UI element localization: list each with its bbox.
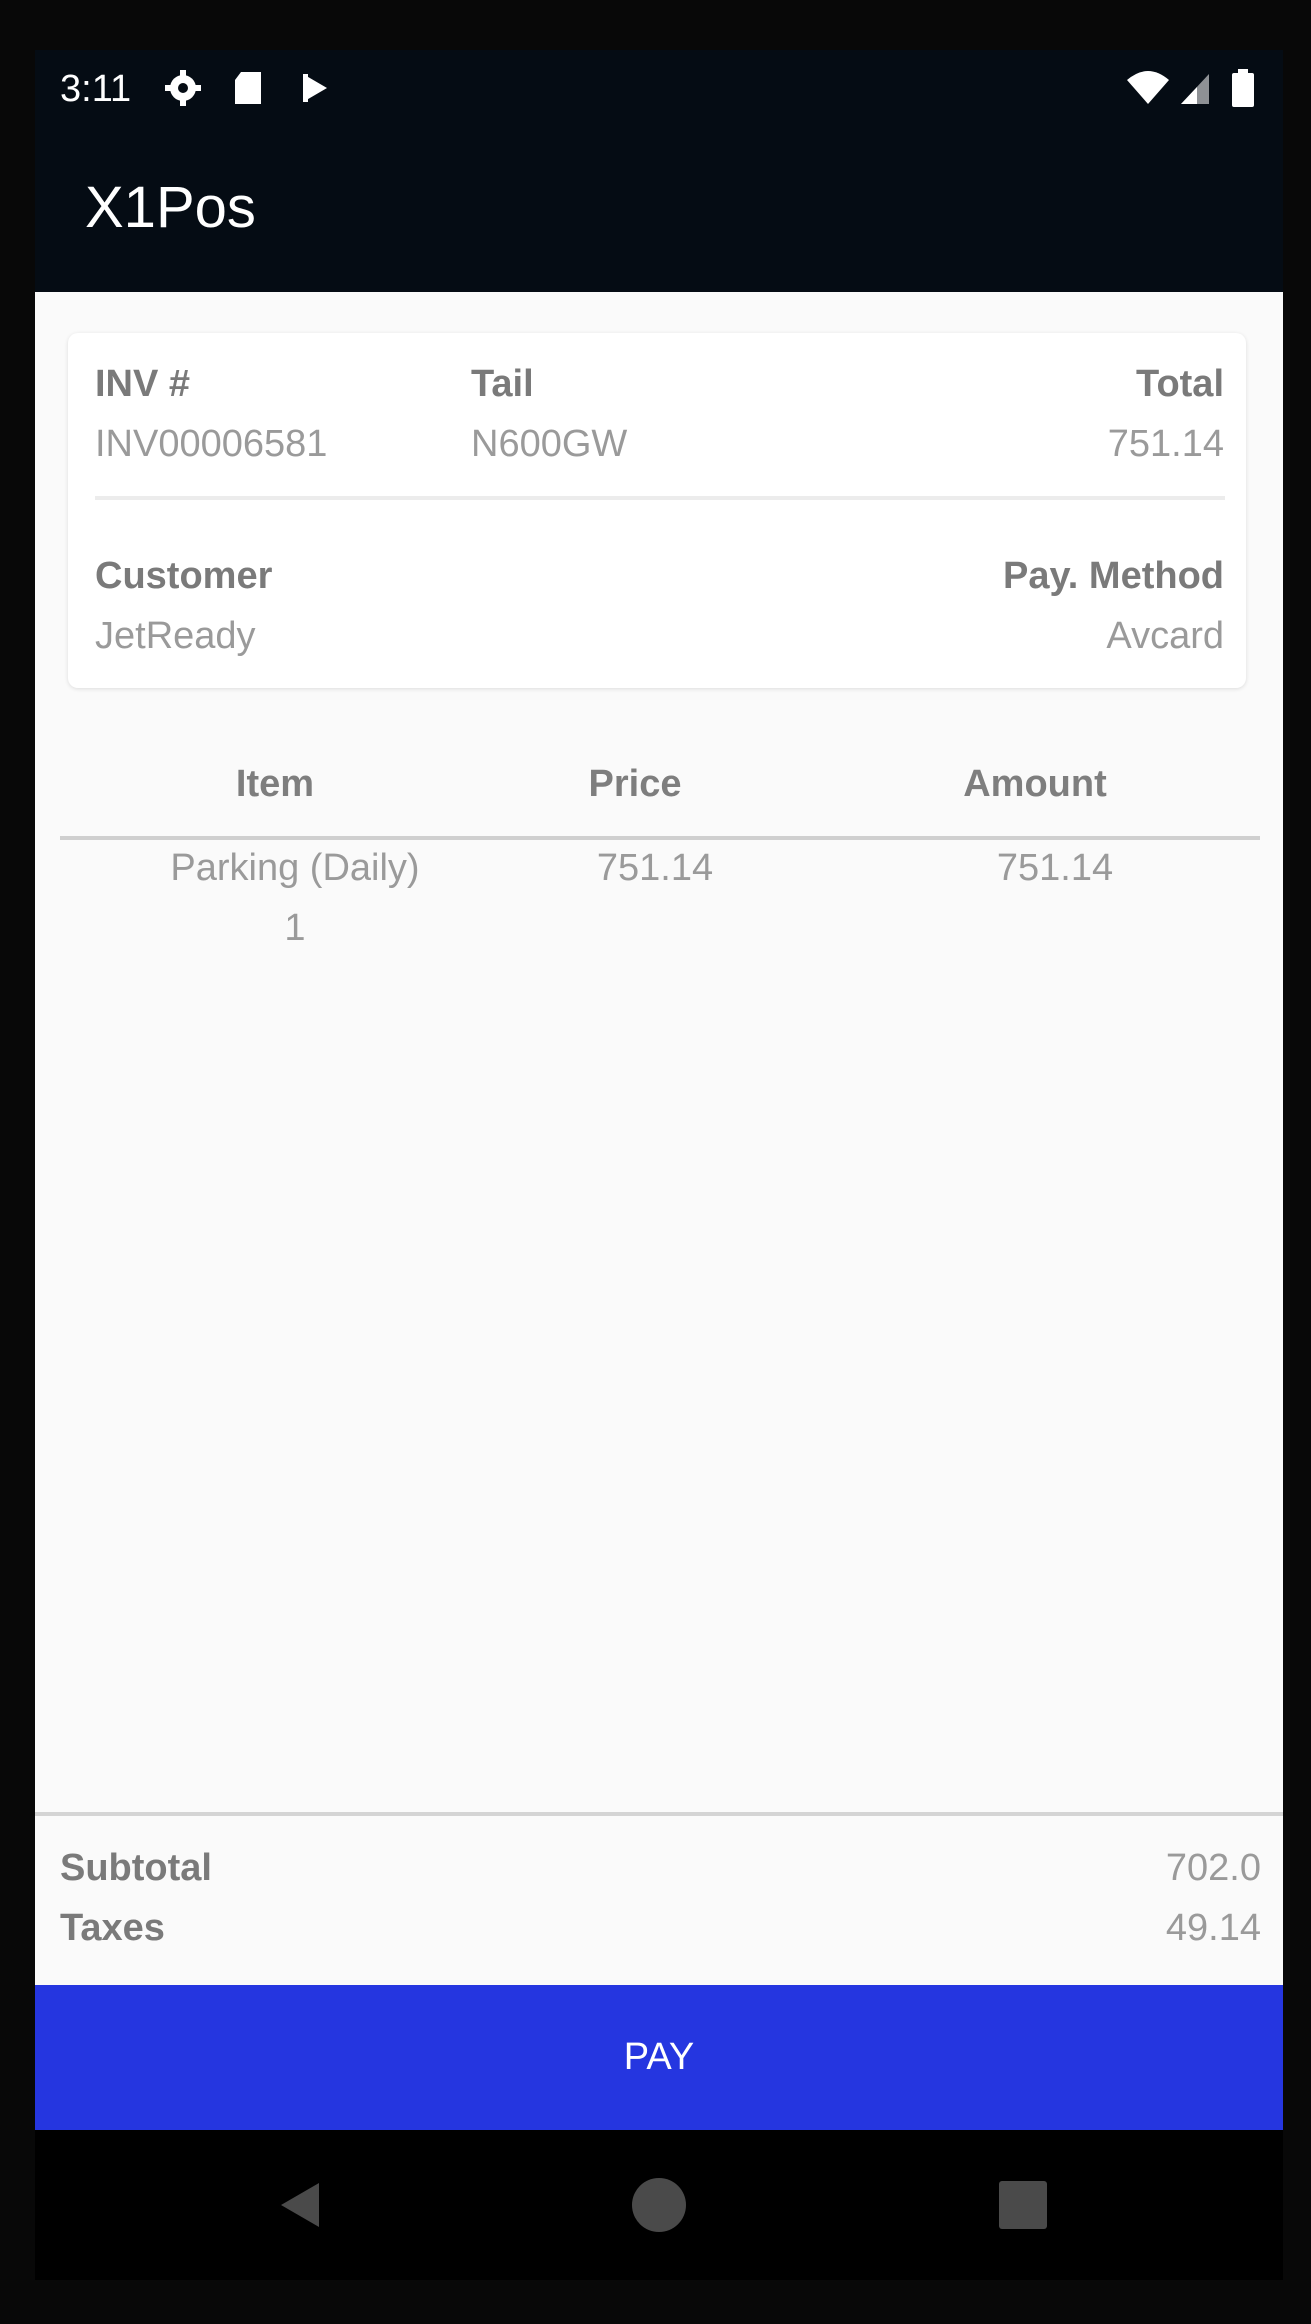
home-icon[interactable] xyxy=(629,2175,689,2235)
row-item-name: Parking (Daily) xyxy=(170,847,420,889)
sd-card-icon xyxy=(235,72,261,104)
taxes-label: Taxes xyxy=(60,1907,165,1949)
screen: 3:11 X1Pos INV # INV00006581 Tail N600GW… xyxy=(35,50,1283,2130)
battery-icon xyxy=(1232,69,1254,107)
inv-label: INV # xyxy=(95,363,191,405)
device-frame: 3:11 X1Pos INV # INV00006581 Tail N600GW… xyxy=(0,0,1311,2324)
pay-button-label: PAY xyxy=(623,2036,695,2078)
pay-method-value: Avcard xyxy=(1106,615,1224,657)
status-time: 3:11 xyxy=(60,68,132,110)
column-header-amount: Amount xyxy=(963,763,1107,805)
pay-button[interactable]: PAY xyxy=(35,1985,1283,2130)
app-bar: X1Pos xyxy=(35,130,1283,292)
customer-value: JetReady xyxy=(95,615,256,657)
customer-label: Customer xyxy=(95,555,273,597)
status-bar: 3:11 xyxy=(35,50,1283,130)
cell-signal-icon xyxy=(1181,74,1209,104)
row-item-qty: 1 xyxy=(284,907,306,949)
card-divider xyxy=(95,496,1225,500)
tail-value: N600GW xyxy=(471,423,628,465)
pay-method-label: Pay. Method xyxy=(1003,555,1224,597)
table-divider xyxy=(60,836,1260,840)
total-value: 751.14 xyxy=(1107,423,1224,465)
nav-bar xyxy=(35,2130,1283,2280)
taxes-value: 49.14 xyxy=(1165,1907,1261,1949)
inv-value: INV00006581 xyxy=(95,423,328,465)
tail-label: Tail xyxy=(471,363,534,405)
wifi-icon xyxy=(1127,71,1169,104)
subtotal-label: Subtotal xyxy=(60,1847,212,1889)
gear-icon xyxy=(165,70,201,106)
recents-icon[interactable] xyxy=(993,2175,1053,2235)
row-item-amount: 751.14 xyxy=(996,847,1114,889)
play-store-icon xyxy=(303,74,327,102)
column-header-item: Item xyxy=(235,763,315,805)
invoice-card: INV # INV00006581 Tail N600GW Total 751.… xyxy=(68,333,1246,688)
row-item-price: 751.14 xyxy=(596,847,714,889)
total-label: Total xyxy=(1136,363,1224,405)
app-title: X1Pos xyxy=(85,175,256,240)
footer-divider xyxy=(35,1812,1283,1816)
subtotal-value: 702.0 xyxy=(1165,1847,1261,1889)
back-icon[interactable] xyxy=(271,2175,331,2235)
column-header-price: Price xyxy=(588,763,682,805)
